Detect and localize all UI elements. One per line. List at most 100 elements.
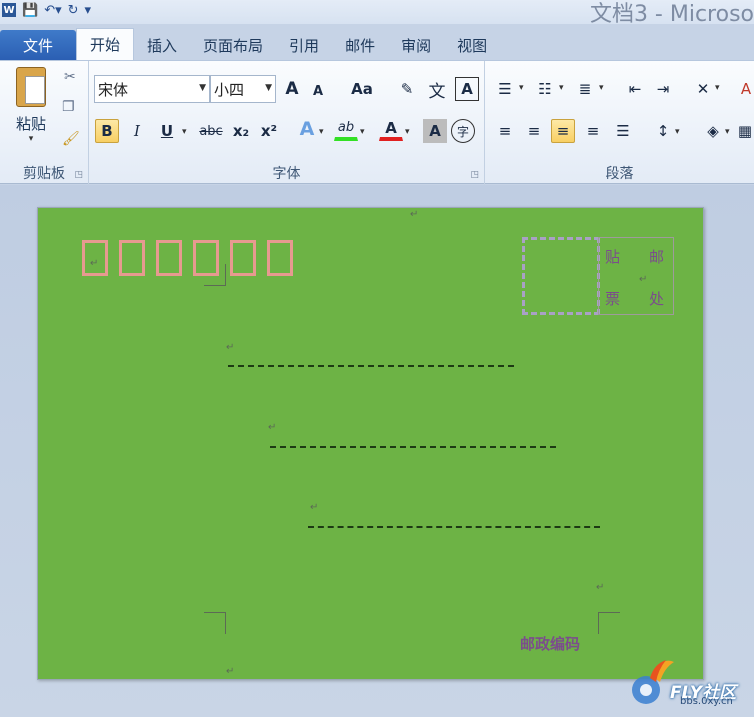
align-left-icon[interactable]: ≡: [493, 119, 517, 143]
chevron-down-icon[interactable]: ▾: [559, 83, 564, 93]
stamp-char: 处: [649, 290, 665, 308]
increase-indent-icon[interactable]: ⇥: [651, 77, 675, 101]
bold-button[interactable]: B: [95, 119, 119, 143]
chevron-down-icon[interactable]: ▾: [405, 127, 410, 137]
paragraph-mark: ↵: [310, 502, 319, 513]
tab-insert[interactable]: 插入: [134, 30, 190, 60]
multilevel-list-icon[interactable]: ≣: [573, 77, 597, 101]
chevron-down-icon[interactable]: ▾: [519, 83, 524, 93]
enclose-characters-button[interactable]: 字: [451, 119, 475, 143]
paragraph-mark: ↵: [90, 258, 99, 269]
zip-box: [156, 240, 182, 276]
grow-font-button[interactable]: A: [280, 77, 304, 101]
customize-icon[interactable]: ▾: [85, 3, 92, 18]
paragraph-mark: ↵: [226, 342, 235, 353]
italic-button[interactable]: I: [125, 119, 149, 143]
quick-access-toolbar: W 💾 ↶▾ ↻ ▾: [0, 0, 91, 20]
font-name-value: 宋体: [98, 80, 129, 99]
font-color-button[interactable]: A: [379, 117, 403, 141]
font-name-select[interactable]: 宋体 ▼: [94, 75, 210, 103]
shrink-font-button[interactable]: A: [306, 79, 330, 103]
sort-icon[interactable]: A: [739, 77, 753, 101]
copy-icon[interactable]: ❐: [62, 99, 75, 115]
save-icon[interactable]: 💾: [22, 3, 38, 18]
dialog-launcher-icon[interactable]: ◳: [74, 170, 83, 180]
subscript-button[interactable]: x₂: [229, 119, 253, 143]
chevron-down-icon: ▼: [265, 83, 272, 93]
clear-formatting-icon[interactable]: ✎: [395, 77, 419, 101]
paragraph-group-label: 段落: [605, 166, 634, 182]
stamp-char: 票: [605, 290, 621, 308]
strikethrough-button[interactable]: abc: [197, 119, 225, 143]
dialog-launcher-icon[interactable]: ◳: [470, 170, 479, 180]
tab-file[interactable]: 文件: [0, 30, 76, 60]
clipboard-icon: [16, 67, 46, 107]
address-line[interactable]: [270, 446, 556, 448]
ribbon-tabs: 文件 开始 插入 页面布局 引用 邮件 审阅 视图: [0, 28, 754, 60]
chevron-down-icon[interactable]: ▾: [725, 127, 730, 137]
stamp-char: 邮: [649, 248, 665, 266]
font-group-label: 字体: [272, 166, 301, 182]
tab-page-layout[interactable]: 页面布局: [190, 30, 276, 60]
paragraph-mark: ↵: [226, 666, 235, 677]
chevron-down-icon[interactable]: ▾: [182, 127, 187, 137]
chevron-down-icon[interactable]: ▾: [715, 83, 720, 93]
distributed-icon[interactable]: ☰: [611, 119, 635, 143]
postcode-label: 邮政编码: [520, 635, 581, 653]
decrease-indent-icon[interactable]: ⇤: [623, 77, 647, 101]
undo-icon[interactable]: ↶▾: [44, 3, 61, 18]
document-title: 文档3 - Microso: [589, 2, 754, 27]
font-size-select[interactable]: 小四 ▼: [210, 75, 276, 103]
address-line[interactable]: [308, 526, 600, 528]
highlight-button[interactable]: ab: [334, 117, 358, 141]
stamp-label-box: 贴 邮 票 处 ↵: [598, 237, 674, 315]
text-effects-icon[interactable]: A: [295, 117, 319, 141]
superscript-button[interactable]: x²: [257, 119, 281, 143]
align-center-icon[interactable]: ≡: [522, 119, 546, 143]
chevron-down-icon[interactable]: ▾: [360, 127, 365, 137]
envelope-page[interactable]: ↵ ↵ 贴 邮 票 处 ↵ ↵ ↵ ↵ ↵ 邮政编码 ↵: [37, 207, 704, 680]
ribbon: 粘贴 ▾ ✂ ❐ 🖌 剪贴板 ◳ 宋体 ▼ 小四 ▼ A A Aa ✎ 文 A …: [0, 60, 754, 185]
line-spacing-icon[interactable]: ↕: [651, 119, 675, 143]
zip-box: [267, 240, 293, 276]
chevron-down-icon[interactable]: ▾: [599, 83, 604, 93]
font-group: 宋体 ▼ 小四 ▼ A A Aa ✎ 文 A B I U ▾ abc x₂ x²…: [89, 61, 485, 185]
underline-button[interactable]: U: [155, 119, 179, 143]
align-right-icon[interactable]: ≡: [551, 119, 575, 143]
fly-community-logo: FLY社区 bbs.0xy.cn: [630, 656, 752, 712]
paste-button[interactable]: 粘贴 ▾: [10, 67, 52, 157]
word-icon[interactable]: W: [2, 3, 16, 17]
tab-home[interactable]: 开始: [76, 28, 135, 60]
borders-icon[interactable]: ▦: [737, 119, 753, 143]
fly-logo-url: bbs.0xy.cn: [680, 696, 733, 707]
address-line[interactable]: [228, 365, 514, 367]
tab-review[interactable]: 审阅: [388, 30, 444, 60]
chevron-down-icon[interactable]: ▾: [319, 127, 324, 137]
format-painter-icon[interactable]: 🖌: [62, 131, 80, 147]
shading-icon[interactable]: ◈: [701, 119, 725, 143]
change-case-button[interactable]: Aa: [345, 77, 379, 101]
tab-mailings[interactable]: 邮件: [332, 30, 388, 60]
chevron-down-icon: ▼: [199, 83, 206, 93]
bullets-icon[interactable]: ☰: [493, 77, 517, 101]
character-border-button[interactable]: A: [455, 77, 479, 101]
chevron-down-icon[interactable]: ▾: [675, 127, 680, 137]
phonetic-guide-button[interactable]: 文: [425, 77, 449, 102]
crop-mark: [204, 264, 226, 286]
zip-box: [230, 240, 256, 276]
chevron-down-icon: ▾: [28, 134, 34, 144]
font-size-value: 小四: [214, 80, 245, 99]
stamp-char: 贴: [605, 248, 621, 266]
stamp-area: [522, 237, 600, 315]
justify-icon[interactable]: ≡: [581, 119, 605, 143]
numbering-icon[interactable]: ☷: [533, 77, 557, 101]
tab-references[interactable]: 引用: [276, 30, 332, 60]
character-shading-button[interactable]: A: [423, 119, 447, 143]
redo-icon[interactable]: ↻: [68, 3, 79, 18]
chinese-layout-icon[interactable]: ✕: [691, 77, 715, 101]
cut-icon[interactable]: ✂: [64, 69, 76, 85]
paste-label: 粘贴: [15, 115, 46, 133]
zip-box: [119, 240, 145, 276]
tab-view[interactable]: 视图: [444, 30, 500, 60]
zip-code-boxes: [82, 240, 293, 276]
